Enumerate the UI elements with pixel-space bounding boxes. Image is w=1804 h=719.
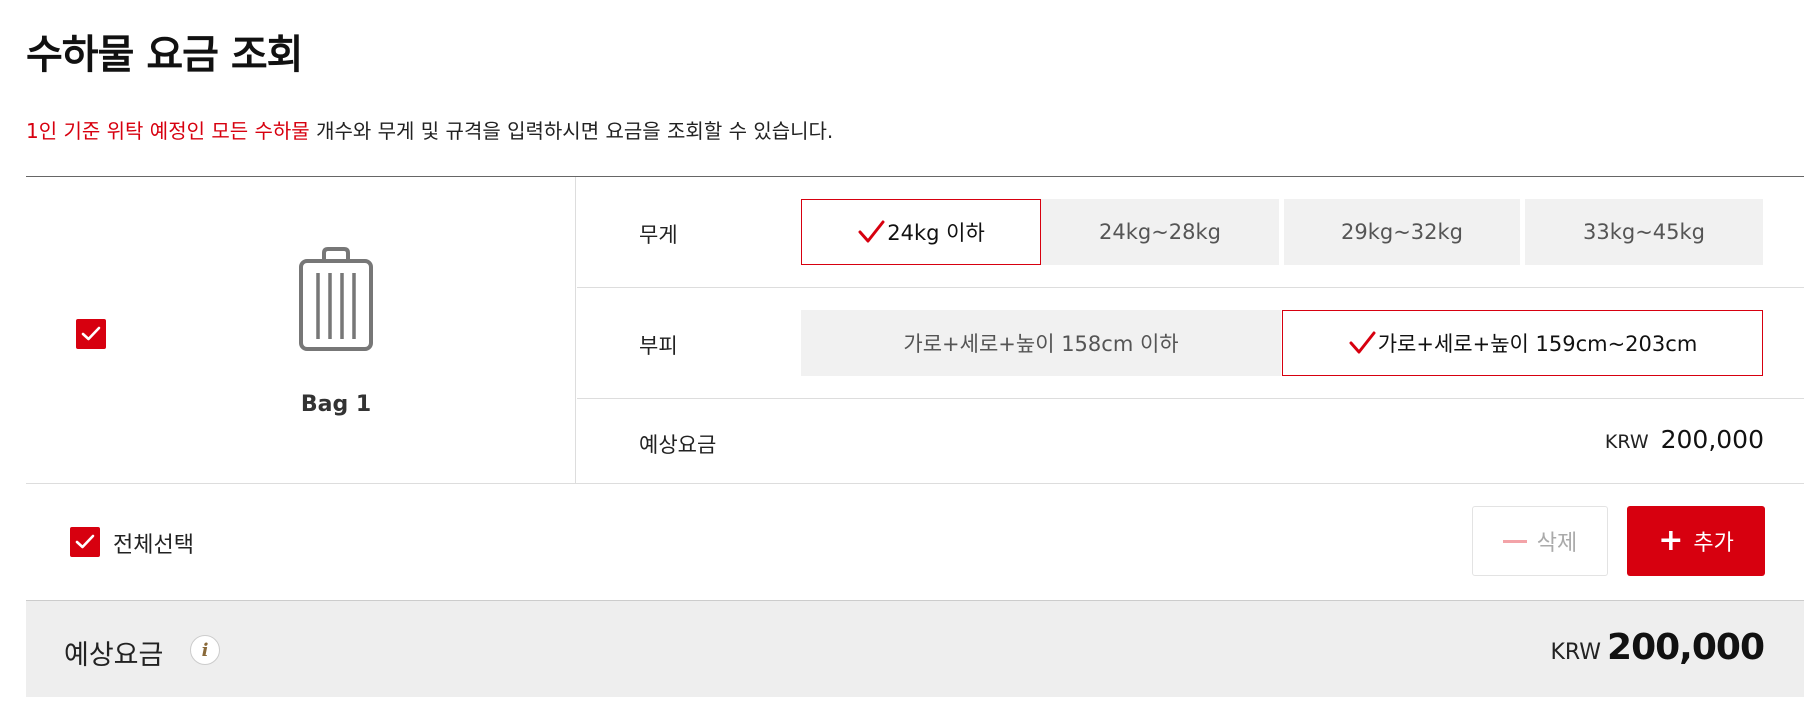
check-icon	[81, 326, 101, 341]
delete-button[interactable]: 삭제	[1472, 506, 1608, 576]
volume-option-label: 가로+세로+높이 158cm 이하	[903, 332, 1179, 356]
info-icon[interactable]: i	[190, 635, 220, 665]
weight-option-label: 33kg~45kg	[1582, 220, 1706, 244]
plus-icon: +	[1658, 523, 1684, 558]
price-row: 예상요금 KRW 200,000	[577, 399, 1804, 484]
total-bar: 예상요금 i KRW 200,000	[26, 600, 1804, 697]
weight-label: 무게	[639, 223, 678, 247]
intro-highlight: 1인 기준 위탁 예정인 모든 수하물	[26, 119, 310, 143]
total-label: 예상요금	[64, 640, 164, 671]
checkmark-icon	[1349, 331, 1376, 354]
intro-text: 1인 기준 위탁 예정인 모든 수하물 개수와 무게 및 규격을 입력하시면 요…	[26, 115, 833, 144]
price-label: 예상요금	[639, 433, 717, 457]
bag-price-currency: KRW	[1604, 431, 1649, 453]
add-button-label: 추가	[1693, 531, 1734, 556]
intro-rest: 개수와 무게 및 규격을 입력하시면 요금을 조회할 수 있습니다.	[309, 119, 834, 143]
weight-option-3[interactable]: 29kg~32kg	[1284, 199, 1522, 265]
bag-summary: Bag 1	[26, 177, 576, 484]
select-all-label[interactable]: 전체선택	[113, 527, 194, 559]
volume-label: 부피	[639, 334, 678, 358]
bag-card: Bag 1 무게 24kg 이하 24kg~28kg 29kg~32kg 33k…	[26, 176, 1804, 484]
total-currency: KRW	[1550, 640, 1602, 665]
total-price: KRW 200,000	[1550, 627, 1765, 668]
weight-option-label: 24kg~28kg	[1098, 220, 1222, 244]
volume-option-1[interactable]: 가로+세로+높이 158cm 이하	[801, 310, 1281, 376]
weight-option-2[interactable]: 24kg~28kg	[1041, 199, 1281, 265]
page-title: 수하물 요금 조회	[26, 32, 303, 78]
select-all-checkbox[interactable]	[70, 527, 100, 557]
weight-option-label: 29kg~32kg	[1340, 220, 1464, 244]
weight-option-1[interactable]: 24kg 이하	[801, 199, 1041, 265]
total-amount: 200,000	[1607, 627, 1765, 668]
delete-button-label: 삭제	[1536, 531, 1578, 556]
luggage-icon	[299, 247, 373, 351]
bag-price-amount: 200,000	[1660, 425, 1764, 454]
add-button[interactable]: + 추가	[1627, 506, 1765, 576]
bag-checkbox[interactable]	[76, 319, 106, 349]
weight-option-label: 24kg 이하	[887, 221, 985, 245]
checkmark-icon	[858, 220, 885, 243]
volume-row: 부피 가로+세로+높이 158cm 이하 가로+세로+높이 159cm~203c…	[577, 288, 1804, 399]
weight-option-4[interactable]: 33kg~45kg	[1525, 199, 1763, 265]
bag-price: KRW 200,000	[1605, 425, 1764, 454]
weight-row: 무게 24kg 이하 24kg~28kg 29kg~32kg 33kg~45kg	[577, 177, 1804, 288]
check-icon	[75, 534, 95, 549]
volume-option-label: 가로+세로+높이 159cm~203cm	[1377, 332, 1698, 356]
bag-name: Bag 1	[300, 392, 372, 417]
minus-icon	[1502, 539, 1527, 543]
volume-option-2[interactable]: 가로+세로+높이 159cm~203cm	[1282, 310, 1763, 376]
